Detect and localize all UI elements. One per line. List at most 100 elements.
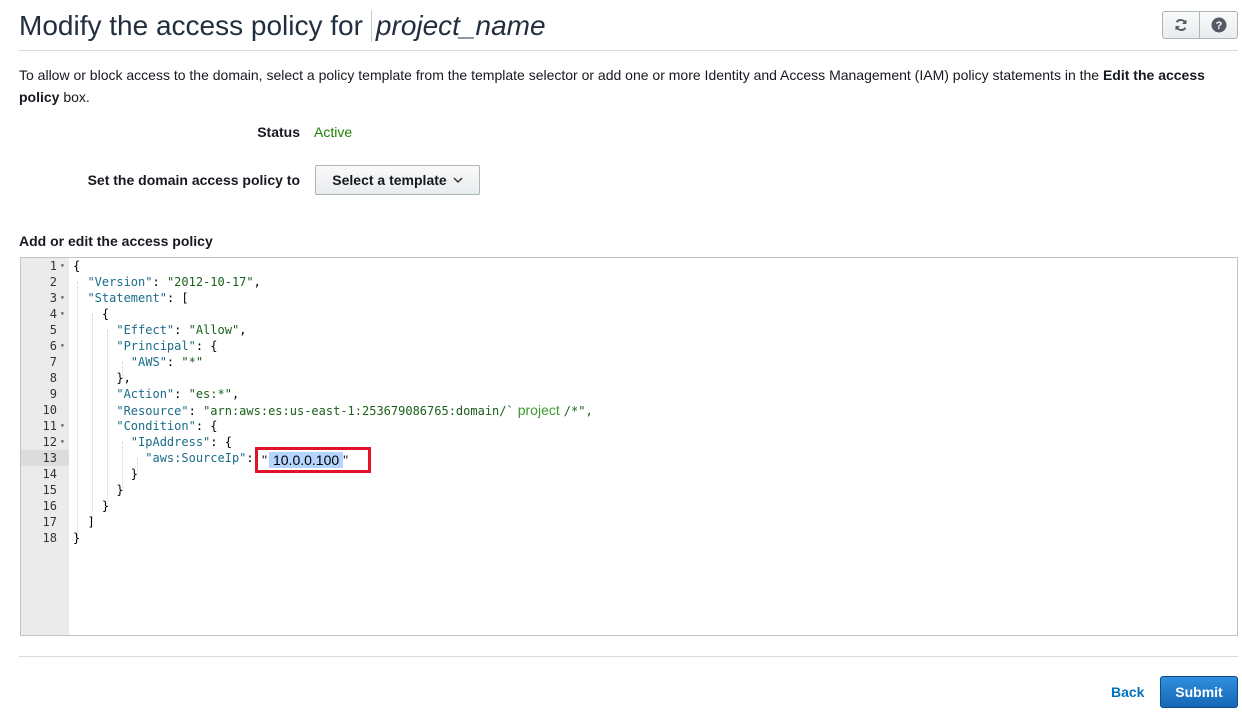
json-key: "Action" (116, 387, 175, 401)
template-label: Set the domain access policy to (87, 172, 300, 188)
code-text: }, (73, 371, 131, 385)
code-text: "Principal": { (73, 338, 218, 354)
json-punct: , (253, 275, 261, 289)
code-text: "Resource": "arn:aws:es:us-east-1:253679… (116, 402, 593, 418)
code-line: 5 "Effect": "Allow", (21, 322, 1237, 338)
code-line: 6 ▾ "Principal": { (21, 338, 1237, 354)
line-number: 13 (21, 450, 69, 466)
back-button[interactable]: Back (1111, 684, 1144, 700)
project-name: project_name (370, 10, 546, 42)
json-key: "aws:SourceIp" (145, 451, 247, 465)
json-value: "arn:aws:es:us-east-1:253679086765:domai… (203, 404, 514, 418)
line-number: 17 (42, 515, 57, 529)
policy-section-label: Add or edit the access policy (19, 233, 213, 249)
code-text: { (73, 307, 110, 321)
json-key: "IpAddress" (130, 435, 211, 449)
status-value: Active (314, 124, 353, 140)
code-line: 2 "Version": "2012-10-17", (21, 274, 1237, 290)
line-number: 8 (49, 371, 57, 385)
json-key: "AWS" (130, 355, 167, 369)
code-text: "Version": "2012-10-17", (87, 275, 261, 289)
json-punct: , (239, 323, 247, 337)
code-line: 9 "Action": "es:*", (21, 386, 1237, 402)
page-title-prefix: Modify the access policy for (19, 10, 363, 41)
fold-arrow-icon[interactable]: ▾ (60, 258, 65, 274)
code-line: 10 "Resource": "arn:aws:es:us-east-1:253… (21, 402, 1237, 418)
json-punct: : [ (166, 291, 189, 305)
status-label: Status (257, 124, 300, 140)
line-number: 10 (42, 403, 57, 417)
select-template-button[interactable]: Select a template (315, 165, 480, 195)
code-line-active: 13 "aws:SourceIp": " 10.0.0.100 " (21, 447, 1237, 473)
code-text: "Condition": { (73, 418, 218, 434)
json-value: "es:*" (188, 387, 232, 401)
code-line: 3 ▾ "Statement": [ (21, 290, 1237, 306)
code-line: 11 ▾ "Condition": { (21, 418, 1237, 434)
code-text: "IpAddress": { (73, 434, 232, 450)
json-value: "2012-10-17" (166, 275, 254, 289)
description-after: box. (59, 89, 90, 105)
line-number: 2 (49, 275, 57, 289)
code-line: 12 ▾ "IpAddress": { (21, 434, 1237, 450)
code-line: 1 ▾ { (21, 258, 1237, 274)
chevron-down-icon (453, 177, 463, 184)
code-text: } (73, 467, 139, 481)
refresh-button[interactable] (1162, 11, 1200, 39)
code-text: } (73, 483, 124, 497)
policy-editor[interactable]: 1 ▾ { 2 "Version": "2012-10-17", 3 ▾ "Stat… (20, 257, 1238, 636)
json-punct: : { (195, 419, 218, 433)
fold-arrow-icon[interactable]: ▾ (60, 290, 65, 306)
line-number: 5 (49, 323, 57, 337)
line-number: 16 (42, 499, 57, 513)
select-template-label: Select a template (332, 172, 447, 188)
code-line: 4 ▾ { (21, 306, 1237, 322)
description-before: To allow or block access to the domain, … (19, 67, 1103, 83)
line-number: 7 (49, 355, 57, 369)
help-button[interactable]: ? (1200, 11, 1238, 39)
json-key: "Principal" (116, 339, 196, 353)
code-text: { (73, 259, 81, 273)
svg-text:?: ? (1215, 20, 1222, 32)
code-line: 8 }, (21, 370, 1237, 386)
resource-project-name: project (517, 402, 560, 418)
json-key: "Condition" (116, 419, 196, 433)
code-line: 16 } (21, 498, 1237, 514)
json-value: "Allow" (188, 323, 240, 337)
code-text: "Effect": "Allow", (116, 323, 247, 337)
line-number: 15 (42, 483, 57, 497)
code-line: 18 } (21, 530, 1237, 546)
header-button-group: ? (1162, 11, 1238, 39)
fold-arrow-icon[interactable]: ▾ (60, 434, 65, 450)
code-text: } (73, 499, 110, 513)
json-value: /*", (563, 404, 593, 418)
json-punct: : { (195, 339, 218, 353)
submit-button[interactable]: Submit (1160, 676, 1238, 708)
code-text: ] (73, 515, 95, 529)
fold-arrow-icon[interactable]: ▾ (60, 306, 65, 322)
code-text: "AWS": "*" (130, 355, 204, 369)
refresh-icon (1175, 19, 1187, 31)
json-punct: , (231, 387, 240, 401)
json-value: "*" (181, 355, 204, 369)
json-key: "Version" (87, 275, 153, 289)
description-text: To allow or block access to the domain, … (19, 64, 1229, 108)
page-header: Modify the access policy for project_name… (19, 8, 1238, 51)
fold-arrow-icon[interactable]: ▾ (60, 418, 65, 434)
code-text: } (73, 531, 81, 545)
page-title: Modify the access policy for project_name (19, 10, 546, 42)
code-text: "aws:SourceIp": (145, 451, 254, 465)
code-line: 17 ] (21, 514, 1237, 530)
fold-arrow-icon[interactable]: ▾ (60, 338, 65, 354)
line-number: 9 (49, 387, 57, 401)
json-key: "Statement" (87, 291, 167, 305)
code-text: "Statement": [ (73, 290, 189, 306)
code-line: 15 } (21, 482, 1237, 498)
json-key: "Effect" (116, 323, 175, 337)
line-number: 14 (42, 467, 57, 481)
code-line: 14 } (21, 466, 1237, 482)
code-line: 7 "AWS": "*" (21, 354, 1237, 370)
footer-divider (19, 656, 1238, 657)
help-icon: ? (1211, 17, 1226, 33)
json-punct: : { (210, 435, 232, 449)
json-key: "Resource" (116, 404, 189, 418)
